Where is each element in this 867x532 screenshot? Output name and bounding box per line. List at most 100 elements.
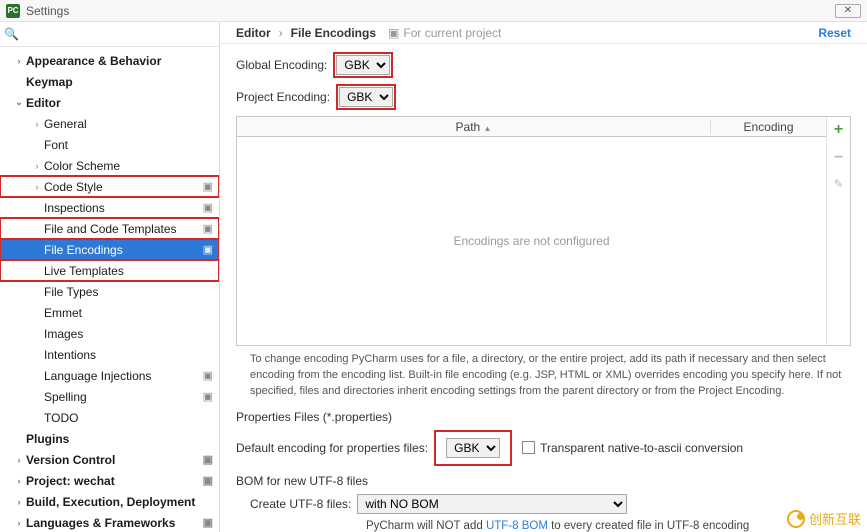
sidebar-item-spelling[interactable]: Spelling▣ bbox=[0, 386, 219, 407]
sidebar-item-file-and-code-templates[interactable]: File and Code Templates▣ bbox=[0, 218, 219, 239]
expand-icon: › bbox=[12, 56, 26, 66]
app-icon: PC bbox=[6, 4, 20, 18]
sidebar-item-label: File Types bbox=[44, 285, 213, 299]
search-icon: 🔍 bbox=[4, 27, 19, 41]
sidebar: 🔍 ›Appearance & BehaviorKeymap⌄Editor›Ge… bbox=[0, 22, 220, 532]
global-encoding-label: Global Encoding: bbox=[236, 58, 327, 72]
sidebar-item-project-wechat[interactable]: ›Project: wechat▣ bbox=[0, 470, 219, 491]
sidebar-item-build-execution-deployment[interactable]: ›Build, Execution, Deployment bbox=[0, 491, 219, 512]
expand-icon: › bbox=[12, 455, 26, 465]
sidebar-item-emmet[interactable]: Emmet bbox=[0, 302, 219, 323]
project-scope-tag: ▣For current project bbox=[388, 26, 501, 40]
sidebar-item-label: Color Scheme bbox=[44, 159, 213, 173]
close-button[interactable]: ✕ bbox=[835, 4, 861, 18]
sidebar-item-label: Project: wechat bbox=[26, 474, 203, 488]
project-scope-icon: ▣ bbox=[203, 390, 213, 403]
sidebar-item-language-injections[interactable]: Language Injections▣ bbox=[0, 365, 219, 386]
sidebar-item-label: Live Templates bbox=[44, 264, 213, 278]
sidebar-item-label: Keymap bbox=[26, 75, 213, 89]
sidebar-item-inspections[interactable]: Inspections▣ bbox=[0, 197, 219, 218]
expand-icon: › bbox=[30, 161, 44, 171]
column-path[interactable]: Path ▲ bbox=[237, 120, 711, 134]
sidebar-item-appearance-behavior[interactable]: ›Appearance & Behavior bbox=[0, 50, 219, 71]
sidebar-item-label: Version Control bbox=[26, 453, 203, 467]
sidebar-item-live-templates[interactable]: Live Templates bbox=[0, 260, 219, 281]
sidebar-item-color-scheme[interactable]: ›Color Scheme bbox=[0, 155, 219, 176]
global-encoding-select[interactable]: GBK bbox=[336, 55, 390, 75]
sidebar-item-plugins[interactable]: Plugins bbox=[0, 428, 219, 449]
default-props-encoding-select[interactable]: GBK bbox=[446, 438, 500, 458]
watermark: 创新互联 bbox=[787, 509, 861, 528]
project-scope-icon: ▣ bbox=[388, 26, 399, 40]
sidebar-item-label: General bbox=[44, 117, 213, 131]
sidebar-item-label: TODO bbox=[44, 411, 213, 425]
add-path-button[interactable]: + bbox=[834, 121, 843, 139]
sidebar-item-version-control[interactable]: ›Version Control▣ bbox=[0, 449, 219, 470]
sort-asc-icon: ▲ bbox=[484, 124, 492, 133]
project-encoding-label: Project Encoding: bbox=[236, 90, 330, 104]
expand-icon: ⌄ bbox=[12, 97, 26, 108]
sidebar-item-intentions[interactable]: Intentions bbox=[0, 344, 219, 365]
sidebar-item-images[interactable]: Images bbox=[0, 323, 219, 344]
search-input[interactable] bbox=[21, 25, 215, 43]
edit-path-button: ✎ bbox=[833, 177, 843, 191]
bom-section-title: BOM for new UTF-8 files bbox=[236, 474, 851, 488]
sidebar-item-label: Editor bbox=[26, 96, 213, 110]
sidebar-item-file-encodings[interactable]: File Encodings▣ bbox=[0, 239, 219, 260]
column-encoding[interactable]: Encoding bbox=[711, 120, 826, 134]
expand-icon: › bbox=[30, 182, 44, 192]
sidebar-item-label: Inspections bbox=[44, 201, 203, 215]
expand-icon: › bbox=[30, 119, 44, 129]
bom-note: PyCharm will NOT add UTF-8 BOM to every … bbox=[366, 520, 851, 532]
crumb-file-encodings: File Encodings bbox=[291, 26, 376, 40]
project-encoding-select[interactable]: GBK bbox=[339, 87, 393, 107]
properties-section-title: Properties Files (*.properties) bbox=[236, 410, 851, 424]
help-text: To change encoding PyCharm uses for a fi… bbox=[250, 352, 847, 400]
sidebar-item-keymap[interactable]: Keymap bbox=[0, 71, 219, 92]
utf8-bom-link[interactable]: UTF-8 BOM bbox=[486, 520, 548, 532]
create-utf8-label: Create UTF-8 files: bbox=[250, 497, 351, 511]
sidebar-item-todo[interactable]: TODO bbox=[0, 407, 219, 428]
sidebar-item-label: Images bbox=[44, 327, 213, 341]
table-empty-text: Encodings are not configured bbox=[237, 137, 826, 345]
sidebar-item-label: File Encodings bbox=[44, 243, 203, 257]
sidebar-item-font[interactable]: Font bbox=[0, 134, 219, 155]
sidebar-item-label: Code Style bbox=[44, 180, 203, 194]
project-scope-icon: ▣ bbox=[203, 369, 213, 382]
sidebar-item-label: Intentions bbox=[44, 348, 213, 362]
chevron-right-icon: › bbox=[279, 26, 283, 40]
crumb-editor[interactable]: Editor bbox=[236, 26, 271, 40]
project-scope-icon: ▣ bbox=[203, 243, 213, 256]
expand-icon: › bbox=[12, 476, 26, 486]
project-scope-icon: ▣ bbox=[203, 516, 213, 529]
watermark-logo-icon bbox=[787, 510, 805, 528]
sidebar-item-languages-frameworks[interactable]: ›Languages & Frameworks▣ bbox=[0, 512, 219, 532]
native-to-ascii-checkbox[interactable] bbox=[522, 441, 535, 454]
sidebar-item-label: File and Code Templates bbox=[44, 222, 203, 236]
sidebar-item-label: Appearance & Behavior bbox=[26, 54, 213, 68]
paths-table: Path ▲ Encoding Encodings are not config… bbox=[236, 116, 851, 346]
default-props-encoding-label: Default encoding for properties files: bbox=[236, 441, 428, 455]
expand-icon: › bbox=[12, 497, 26, 507]
main-panel: Editor › File Encodings ▣For current pro… bbox=[220, 22, 867, 532]
remove-path-button: − bbox=[834, 149, 843, 167]
project-scope-icon: ▣ bbox=[203, 474, 213, 487]
reset-link[interactable]: Reset bbox=[818, 26, 851, 40]
search-wrap: 🔍 bbox=[0, 22, 219, 47]
breadcrumb: Editor › File Encodings ▣For current pro… bbox=[220, 22, 867, 44]
project-scope-icon: ▣ bbox=[203, 180, 213, 193]
titlebar: PC Settings ✕ bbox=[0, 0, 867, 22]
sidebar-item-label: Font bbox=[44, 138, 213, 152]
expand-icon: › bbox=[12, 518, 26, 528]
project-scope-icon: ▣ bbox=[203, 201, 213, 214]
sidebar-item-general[interactable]: ›General bbox=[0, 113, 219, 134]
sidebar-item-file-types[interactable]: File Types bbox=[0, 281, 219, 302]
create-utf8-select[interactable]: with NO BOM bbox=[357, 494, 627, 514]
sidebar-item-code-style[interactable]: ›Code Style▣ bbox=[0, 176, 219, 197]
window-title: Settings bbox=[26, 4, 69, 18]
sidebar-item-label: Language Injections bbox=[44, 369, 203, 383]
sidebar-item-label: Spelling bbox=[44, 390, 203, 404]
sidebar-item-editor[interactable]: ⌄Editor bbox=[0, 92, 219, 113]
sidebar-item-label: Languages & Frameworks bbox=[26, 516, 203, 530]
sidebar-item-label: Emmet bbox=[44, 306, 213, 320]
